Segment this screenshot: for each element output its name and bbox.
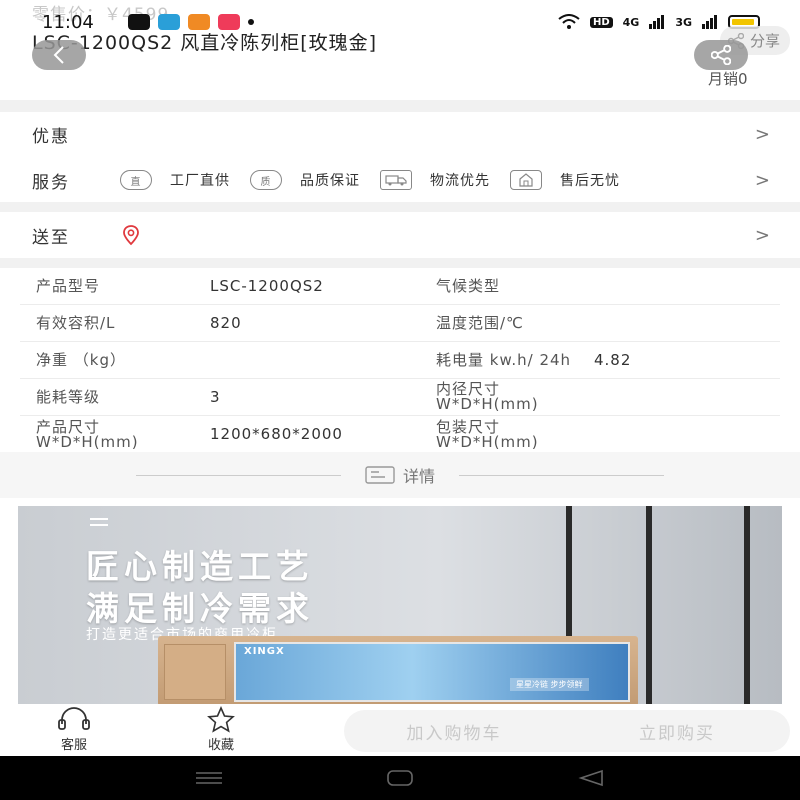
banner-menu-icon [90, 518, 108, 526]
quality-icon: 质 [250, 170, 282, 190]
chevron-right-icon: > [754, 123, 770, 145]
home-nav-button[interactable] [385, 766, 415, 790]
menu-icon [196, 772, 222, 784]
cabinet-slogan: 星星冷链 步步领鲜 [510, 678, 589, 691]
service-items: 直 工厂直供 质 品质保证 物流优先 售后无忧 [120, 170, 640, 190]
customer-service-label: 客服 [60, 738, 87, 753]
detail-label: 详情 [402, 467, 435, 486]
notification-dot [248, 19, 254, 25]
display-cabinet-image: XINGX 星星冷链 步步领鲜 [158, 636, 638, 704]
spec-key: 产品尺寸 W*D*H(mm) [36, 417, 139, 451]
divider-line [135, 474, 341, 476]
service-row[interactable]: 服务 直 工厂直供 质 品质保证 物流优先 售后无忧 > [0, 158, 800, 202]
spec-table: 产品型号 LSC-1200QS2 气候类型 有效容积/L 820 温度范围/℃ … [20, 268, 780, 453]
window-frame [646, 506, 652, 704]
delivery-row[interactable]: 送至 > [0, 212, 800, 258]
banner-headline-2: 满足制冷需求 [86, 589, 314, 628]
truck-icon [380, 170, 412, 190]
spec-key: 净重 （kg） [36, 350, 126, 369]
service-item-label: 品质保证 [300, 173, 360, 189]
spec-key: 有效容积/L [36, 313, 116, 332]
cabinet-glass: XINGX 星星冷链 步步领鲜 [234, 642, 630, 702]
spec-key: 耗电量 kw.h/ 24h [436, 350, 572, 369]
banner-headline-1: 匠心制造工艺 [86, 547, 314, 586]
spec-value: 820 [210, 313, 242, 332]
service-item-label: 售后无忧 [560, 173, 620, 189]
bottom-action-bar: 客服 收藏 加入购物车 立即购买 [0, 704, 800, 756]
signal-icon-2 [702, 15, 717, 29]
monthly-sales: 月销0 [708, 70, 748, 88]
share-circle-button[interactable] [694, 40, 748, 70]
headset-icon [58, 707, 90, 730]
share-icon [711, 45, 731, 65]
detail-separator: 详情 [0, 452, 800, 498]
service-item-quality: 质 品质保证 [250, 170, 360, 190]
service-item-label: 工厂直供 [170, 173, 230, 189]
back-button[interactable] [32, 40, 86, 70]
section-divider [0, 202, 800, 212]
spec-key: 能耗等级 [36, 387, 101, 406]
promo-label: 优惠 [32, 126, 70, 147]
promo-row[interactable]: 优惠 > [0, 112, 800, 156]
home-shield-icon [510, 170, 542, 190]
spec-value: 1200*680*2000 [210, 425, 343, 443]
menu-nav-button[interactable] [194, 766, 224, 790]
table-row: 有效容积/L 820 温度范围/℃ [20, 305, 780, 342]
service-item-aftersales: 售后无忧 [510, 170, 620, 190]
table-row: 产品型号 LSC-1200QS2 气候类型 [20, 268, 780, 305]
delivery-label: 送至 [32, 227, 70, 248]
cabinet-side-panel [164, 644, 226, 700]
factory-direct-icon: 直 [120, 170, 152, 190]
spec-key: 气候类型 [436, 276, 501, 295]
customer-service-button[interactable]: 客服 [54, 706, 94, 753]
divider-line [459, 474, 664, 476]
favorite-label: 收藏 [207, 738, 234, 753]
table-row: 能耗等级 3 内径尺寸 W*D*H(mm) [20, 379, 780, 416]
detail-icon [365, 466, 395, 484]
network-4g-label: 4G [622, 15, 640, 29]
wifi-icon [558, 14, 580, 29]
brand-logo: XINGX [244, 646, 285, 657]
table-row: 净重 （kg） 耗电量 kw.h/ 24h 4.82 [20, 342, 780, 379]
chevron-right-icon: > [754, 169, 770, 191]
spec-key: 温度范围/℃ [436, 313, 524, 332]
service-item-factory: 直 工厂直供 [120, 170, 230, 190]
spec-key: 内径尺寸 W*D*H(mm) [436, 380, 539, 413]
service-label: 服务 [32, 172, 70, 193]
buy-now-button[interactable]: 立即购买 [564, 710, 790, 752]
detail-banner-image: 匠心制造工艺 满足制冷需求 打造更适合市场的商用冷柜 XINGX 星星冷链 步步… [18, 506, 782, 704]
section-divider [0, 100, 800, 112]
star-icon [207, 706, 235, 733]
back-triangle-icon [578, 769, 603, 787]
chevron-left-icon [53, 46, 64, 64]
spec-value: 4.82 [594, 350, 632, 369]
add-to-cart-button[interactable]: 加入购物车 [344, 710, 564, 752]
spec-value: LSC-1200QS2 [210, 276, 324, 295]
home-square-icon [387, 770, 413, 786]
spec-value: 3 [210, 387, 221, 406]
table-row: 产品尺寸 W*D*H(mm) 1200*680*2000 包装尺寸 W*D*H(… [20, 416, 780, 453]
spec-key: 包装尺寸 W*D*H(mm) [436, 417, 539, 451]
location-pin-icon [123, 225, 139, 246]
hd-badge: HD [589, 16, 613, 28]
section-divider [0, 258, 800, 268]
back-nav-button[interactable] [576, 766, 606, 790]
detail-heading: 详情 [365, 463, 435, 487]
service-item-logistics: 物流优先 [380, 170, 490, 190]
system-navigation-bar [0, 756, 800, 800]
network-3g-label: 3G [675, 15, 692, 29]
share-label: 分享 [749, 32, 780, 50]
window-frame [744, 506, 750, 704]
service-item-label: 物流优先 [430, 173, 490, 189]
favorite-button[interactable]: 收藏 [204, 706, 238, 753]
signal-icon [649, 15, 665, 29]
spec-key: 产品型号 [36, 276, 101, 295]
chevron-right-icon: > [754, 224, 770, 246]
